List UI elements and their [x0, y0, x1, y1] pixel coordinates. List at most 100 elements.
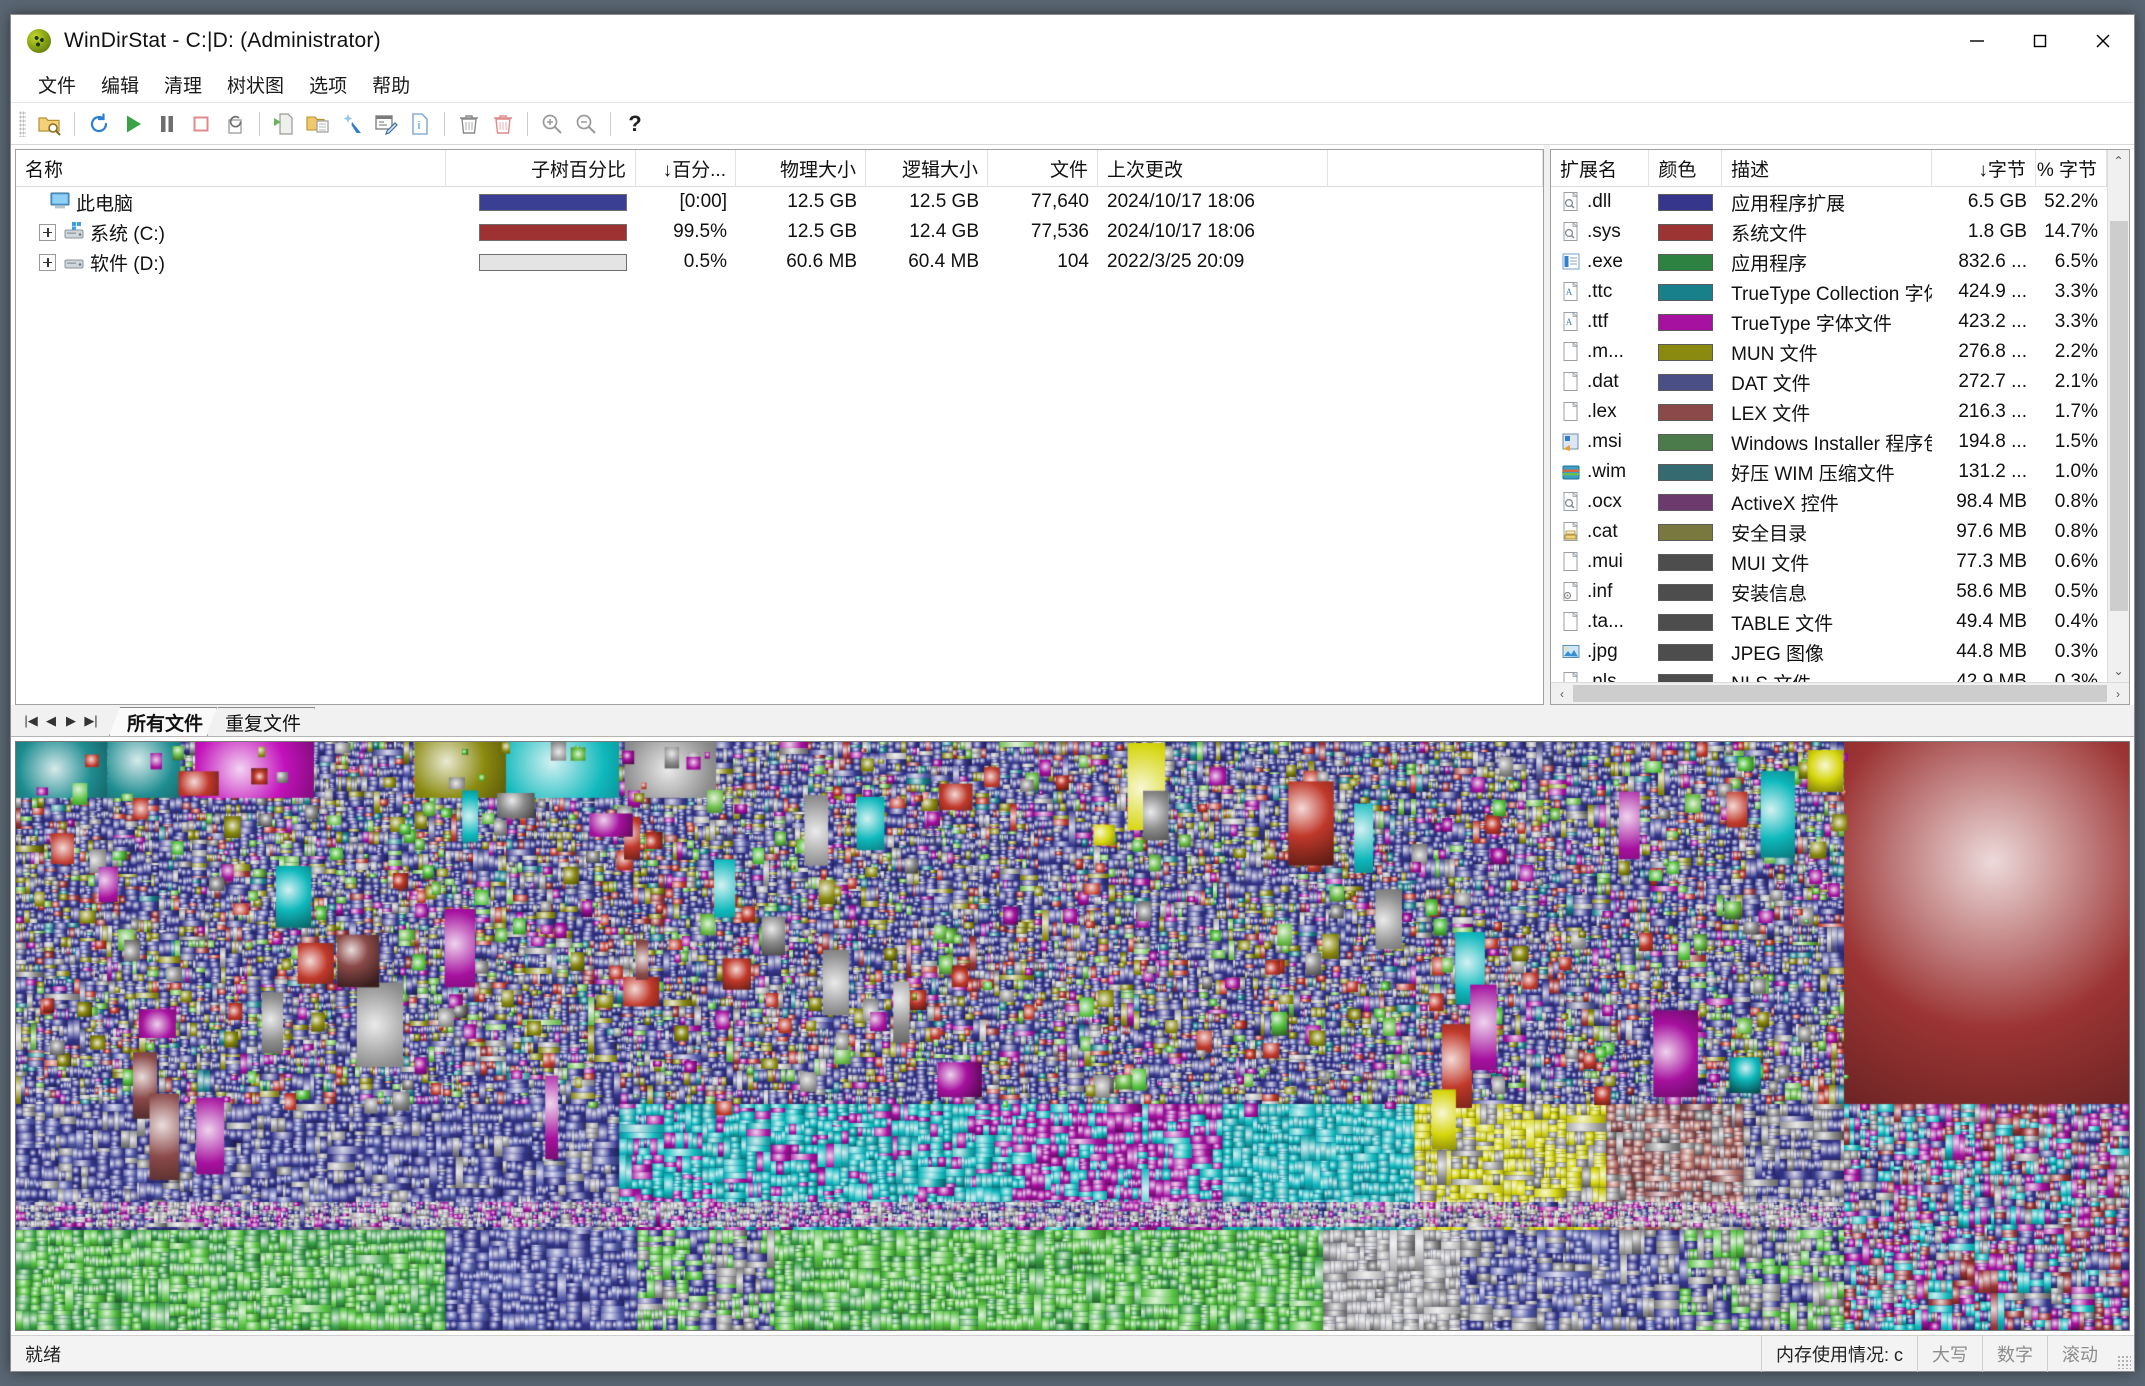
expand-toggle[interactable]: [39, 253, 56, 271]
extension-row[interactable]: .dat DAT 文件 272.7 ... 2.1%: [1551, 367, 2107, 397]
extension-description-cell: 系统文件: [1731, 223, 1808, 245]
extension-column-header[interactable]: ↓字节: [1932, 150, 2036, 187]
properties-button[interactable]: i: [403, 107, 437, 141]
extension-name: .ttc: [1587, 281, 1613, 302]
menu-cleanup[interactable]: 清理: [153, 68, 213, 101]
extension-row[interactable]: .jpg JPEG 图像 44.8 MB 0.3%: [1551, 637, 2107, 667]
status-bar: 就绪 内存使用情况: c 大写 数字 滚动: [11, 1335, 2134, 1372]
zoom-out-button[interactable]: [569, 107, 603, 141]
extension-row[interactable]: .mui MUI 文件 77.3 MB 0.6%: [1551, 547, 2107, 577]
resize-grip[interactable]: [2112, 1336, 2134, 1372]
toolbar-separator: [527, 111, 528, 136]
extension-row[interactable]: .inf 安装信息 58.6 MB 0.5%: [1551, 577, 2107, 607]
toolbar-separator: [610, 111, 611, 136]
treemap-canvas[interactable]: [16, 742, 2129, 1330]
extension-column-header[interactable]: % 字节: [2036, 150, 2107, 187]
extension-row[interactable]: .nls NLS 文件 42.9 MB 0.3%: [1551, 667, 2107, 682]
extension-name: .mui: [1587, 551, 1623, 572]
tree-column-header[interactable]: 逻辑大小: [866, 150, 988, 187]
menu-edit[interactable]: 编辑: [90, 68, 150, 101]
extension-bytes-cell: 77.3 MB: [1956, 551, 2027, 572]
tree-column-header[interactable]: 文件: [988, 150, 1098, 187]
tree-column-header[interactable]: ↓百分...: [636, 150, 736, 187]
generic-file-icon: [1560, 401, 1580, 423]
extension-row[interactable]: .ta... TABLE 文件 49.4 MB 0.4%: [1551, 607, 2107, 637]
cat-file-icon: [1560, 521, 1580, 543]
tree-row[interactable]: 软件 (D:) 0.5% 60.6 MB 60.4 MB 104 2022/3/25 20…: [16, 247, 1543, 277]
tree-column-header[interactable]: 上次更改: [1098, 150, 1328, 187]
extension-row[interactable]: .exe 应用程序 832.6 ... 6.5%: [1551, 247, 2107, 277]
treemap-view[interactable]: [15, 741, 2130, 1331]
zoom-in-button[interactable]: [535, 107, 569, 141]
open-folder-button[interactable]: [33, 107, 67, 141]
menu-help[interactable]: 帮助: [361, 68, 421, 101]
delete-permanent-button[interactable]: [486, 107, 520, 141]
help-button[interactable]: ?: [618, 107, 652, 141]
tree-row[interactable]: 此电脑 [0:00] 12.5 GB 12.5 GB 77,640 2024/10/17 …: [16, 187, 1543, 217]
tree-column-header[interactable]: 子树百分比: [446, 150, 636, 187]
logical-size-cell: 12.5 GB: [909, 191, 979, 212]
tree-row-name-cell[interactable]: 此电脑: [16, 187, 446, 217]
extension-row[interactable]: .sys 系统文件 1.8 GB 14.7%: [1551, 217, 2107, 247]
select-button[interactable]: [335, 107, 369, 141]
explorer-here-button[interactable]: [301, 107, 335, 141]
maximize-button[interactable]: [2008, 15, 2071, 67]
menu-file[interactable]: 文件: [27, 68, 87, 101]
extension-horizontal-scrollbar[interactable]: ‹ ›: [1551, 682, 2129, 704]
menu-treemap[interactable]: 树状图: [216, 68, 295, 101]
extension-row[interactable]: .lex LEX 文件 216.3 ... 1.7%: [1551, 397, 2107, 427]
close-button[interactable]: [2071, 15, 2134, 67]
extension-row[interactable]: .ocx ActiveX 控件 98.4 MB 0.8%: [1551, 487, 2107, 517]
extension-column-header[interactable]: 扩展名: [1551, 150, 1650, 187]
extension-row[interactable]: .m... MUN 文件 276.8 ... 2.2%: [1551, 337, 2107, 367]
extension-bytes-cell: 194.8 ...: [1958, 431, 2027, 452]
scroll-up-arrow[interactable]: ⌃: [2113, 150, 2123, 172]
physical-size-cell: 12.5 GB: [787, 191, 857, 212]
extension-bytes-cell: 424.9 ...: [1958, 281, 2027, 302]
vertical-scroll-thumb[interactable]: [2109, 221, 2128, 611]
menu-options[interactable]: 选项: [298, 68, 358, 101]
extension-percent-cell: 1.0%: [2054, 461, 2098, 482]
rescan-selected-button[interactable]: [218, 107, 252, 141]
tab-nav-next[interactable]: ▶: [61, 708, 81, 734]
tab-all-files[interactable]: 所有文件: [109, 707, 217, 736]
expand-toggle[interactable]: [39, 223, 56, 241]
extension-row[interactable]: .cat 安全目录 97.6 MB 0.8%: [1551, 517, 2107, 547]
extension-row[interactable]: .wim 好压 WIM 压缩文件 131.2 ... 1.0%: [1551, 457, 2107, 487]
pause-button[interactable]: [150, 107, 184, 141]
tree-column-header[interactable]: 物理大小: [736, 150, 866, 187]
tab-nav-last[interactable]: ▶|: [81, 708, 101, 734]
refresh-button[interactable]: [82, 107, 116, 141]
tree-row-name-cell[interactable]: 系统 (C:): [16, 217, 446, 247]
tree-row-name-cell[interactable]: 软件 (D:): [16, 247, 446, 277]
horizontal-scroll-thumb[interactable]: [1573, 685, 2107, 702]
extension-column-header[interactable]: 描述: [1722, 150, 1933, 187]
scroll-down-arrow[interactable]: ⌄: [2113, 660, 2123, 682]
tab-nav-prev[interactable]: ◀: [41, 708, 61, 734]
delete-recycle-button[interactable]: [452, 107, 486, 141]
tree-row[interactable]: 系统 (C:) 99.5% 12.5 GB 12.4 GB 77,536 2024/10/…: [16, 217, 1543, 247]
tree-column-header[interactable]: 名称: [16, 150, 446, 187]
resume-button[interactable]: [116, 107, 150, 141]
tab-duplicate-files[interactable]: 重复文件: [207, 707, 315, 736]
scroll-left-arrow[interactable]: ‹: [1553, 687, 1571, 701]
extension-row[interactable]: A .ttf TrueType 字体文件 423.2 ... 3.3%: [1551, 307, 2107, 337]
dll-file-icon: [1560, 191, 1580, 213]
extension-color-cell: [1649, 367, 1722, 397]
extension-row[interactable]: A .ttc TrueType Collection 字体文... 424.9 ...…: [1551, 277, 2107, 307]
extension-column-header[interactable]: 颜色: [1649, 150, 1723, 187]
stop-button[interactable]: [184, 107, 218, 141]
command-prompt-button[interactable]: [369, 107, 403, 141]
files-count-cell: 77,536: [1030, 221, 1089, 242]
toolbar-grip[interactable]: [19, 110, 26, 137]
extension-vertical-scrollbar[interactable]: ⌃ ⌄: [2107, 150, 2129, 682]
toolbar-separator: [259, 111, 260, 136]
extension-row[interactable]: .dll 应用程序扩展 6.5 GB 52.2%: [1551, 187, 2107, 217]
tab-nav-first[interactable]: |◀: [21, 708, 41, 734]
extension-percent-cell: 0.5%: [2054, 581, 2098, 602]
copy-path-button[interactable]: [267, 107, 301, 141]
minimize-button[interactable]: [1945, 15, 2008, 67]
extension-name: .sys: [1587, 221, 1621, 242]
scroll-right-arrow[interactable]: ›: [2109, 687, 2127, 701]
extension-row[interactable]: .msi Windows Installer 程序包 194.8 ... 1.5%: [1551, 427, 2107, 457]
